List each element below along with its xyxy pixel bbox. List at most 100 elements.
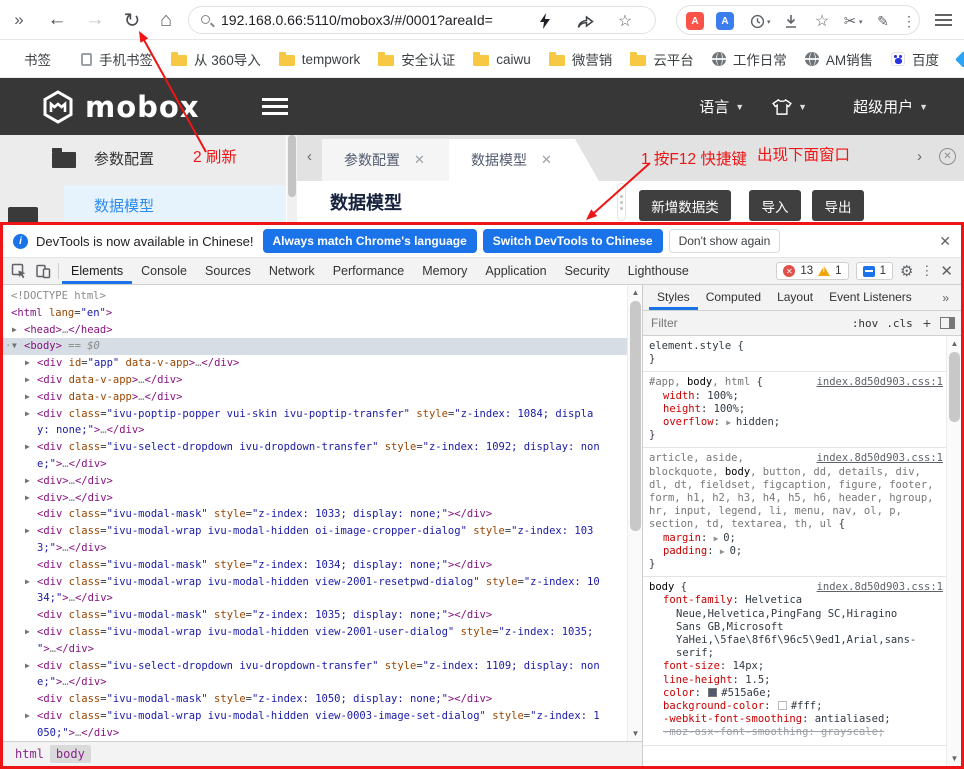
devtools-tab-network[interactable]: Network xyxy=(260,258,324,284)
sidebar-item-config[interactable]: 参数配置 xyxy=(94,148,154,169)
dom-tree-line[interactable]: ▶<div class="ivu-modal-wrap ivu-modal-hi… xyxy=(3,574,627,591)
menu-burger-icon[interactable] xyxy=(262,105,288,108)
clip-scissors-icon[interactable]: ✂▾ xyxy=(840,11,860,31)
stylesheet-link[interactable]: index.8d50d903.css:1 xyxy=(817,452,943,465)
twisty-icon[interactable]: ▶ xyxy=(25,406,30,423)
toggle-hover-state[interactable]: :hov xyxy=(852,317,879,330)
color-swatch[interactable] xyxy=(778,701,787,710)
back-icon[interactable]: ← xyxy=(44,0,70,40)
browser-menu-icon[interactable] xyxy=(928,0,958,40)
history-clock-icon[interactable]: ▾ xyxy=(747,11,767,31)
import-button[interactable]: 导入 xyxy=(749,190,801,221)
dom-tree-line[interactable]: e;">…</div> xyxy=(3,674,627,691)
tab-scroll-left-icon[interactable]: ‹ xyxy=(307,148,312,165)
dom-tree-line[interactable]: ▶<div class="ivu-select-dropdown ivu-dro… xyxy=(3,658,627,675)
stylesheet-link[interactable]: index.8d50d903.css:1 xyxy=(817,376,943,389)
home-icon[interactable]: ⌂ xyxy=(152,0,180,40)
twisty-icon[interactable]: ▶ xyxy=(25,490,30,507)
export-button[interactable]: 导出 xyxy=(812,190,864,221)
tab-event-listeners[interactable]: Event Listeners xyxy=(821,285,920,310)
twisty-icon[interactable]: ▶ xyxy=(25,574,30,591)
bookmark-item[interactable]: 百度 xyxy=(891,49,939,69)
dom-tree-line[interactable]: e;">…</div> xyxy=(3,456,627,473)
close-all-tabs-icon[interactable]: ✕ xyxy=(939,148,956,165)
toolbar-overflow-icon[interactable]: » xyxy=(6,0,32,40)
forward-icon[interactable]: → xyxy=(82,0,108,40)
bookmark-item[interactable]: 安全认证 xyxy=(378,49,455,69)
elements-scrollbar[interactable]: ▲ ▼ xyxy=(627,285,642,741)
tab-styles[interactable]: Styles xyxy=(649,285,698,310)
devtools-tab-application[interactable]: Application xyxy=(476,258,555,284)
add-dataclass-button[interactable]: 新增数据类 xyxy=(639,190,731,221)
dom-tree-line[interactable]: ▶<div data-v-app>…</div> xyxy=(3,372,627,389)
dom-tree-line[interactable]: y: none;">…</div> xyxy=(3,422,627,439)
twisty-icon[interactable]: ▶ xyxy=(25,624,30,641)
dom-tree-line[interactable]: 34;">…</div> xyxy=(3,590,627,607)
bolt-icon[interactable] xyxy=(533,12,557,30)
dom-tree-line[interactable]: ▶<div>…</div> xyxy=(3,473,627,490)
devtools-tab-memory[interactable]: Memory xyxy=(413,258,476,284)
dom-tree-line[interactable]: ▶<div class="ivu-modal-wrap ivu-modal-hi… xyxy=(3,624,627,641)
download-icon[interactable] xyxy=(781,11,801,31)
refresh-icon[interactable]: ↻ xyxy=(118,0,146,40)
styles-scrollbar[interactable]: ▲ ▼ xyxy=(946,336,961,766)
bookmark-item[interactable]: 从 360导入 xyxy=(171,49,261,69)
console-errors-badge[interactable]: ✕ 13 1 xyxy=(776,262,848,280)
dom-tree-line[interactable]: <div class="ivu-modal-mask" style="z-ind… xyxy=(3,691,627,708)
new-style-rule-icon[interactable]: + xyxy=(923,315,931,331)
twisty-icon[interactable]: ▶ xyxy=(25,473,30,490)
stylesheet-link[interactable]: index.8d50d903.css:1 xyxy=(817,581,943,594)
favorites-star-icon[interactable]: ☆ xyxy=(812,11,832,31)
twisty-icon[interactable]: ▼ xyxy=(12,338,17,355)
language-dropdown[interactable]: 语言▼ xyxy=(699,96,744,117)
more-tabs-icon[interactable]: » xyxy=(942,291,961,305)
devtools-tab-console[interactable]: Console xyxy=(132,258,196,284)
bookmark-item[interactable]: Gungho xyxy=(957,52,964,67)
bookmark-item[interactable]: 手机书签 xyxy=(81,49,153,69)
devtools-tab-performance[interactable]: Performance xyxy=(324,258,414,284)
twisty-icon[interactable]: ▶ xyxy=(25,372,30,389)
twisty-icon[interactable]: ▶ xyxy=(25,355,30,372)
devtools-tab-elements[interactable]: Elements xyxy=(62,258,132,284)
url-text[interactable]: 192.168.0.66:5110/mobox3/#/0001?areaId= xyxy=(221,12,493,28)
inspect-element-icon[interactable] xyxy=(7,259,31,283)
infobar-button[interactable]: Don't show again xyxy=(669,229,781,253)
settings-gear-icon[interactable]: ⚙ xyxy=(900,262,913,280)
twisty-icon[interactable]: ▶ xyxy=(25,389,30,406)
address-bar[interactable]: 192.168.0.66:5110/mobox3/#/0001?areaId= … xyxy=(188,6,656,34)
dom-tree-line[interactable]: ▶<div class="ivu-select-dropdown ivu-dro… xyxy=(3,439,627,456)
dom-tree-line[interactable]: <div class="ivu-modal-mask" style="z-ind… xyxy=(3,607,627,624)
tab-computed[interactable]: Computed xyxy=(698,285,769,310)
devtools-tab-sources[interactable]: Sources xyxy=(196,258,260,284)
dom-tree-line[interactable]: <div class="ivu-modal-mask" style="z-ind… xyxy=(3,506,627,523)
bookmark-item[interactable]: 书签 xyxy=(17,49,51,69)
toggle-element-classes[interactable]: .cls xyxy=(886,317,913,330)
bookmark-item[interactable]: caiwu xyxy=(473,52,531,67)
dom-tree-line[interactable]: ▶<div class="ivu-modal-wrap ivu-modal-hi… xyxy=(3,523,627,540)
theme-dropdown[interactable]: ▼ xyxy=(772,99,807,115)
twisty-icon[interactable]: ▶ xyxy=(25,439,30,456)
breadcrumb-body[interactable]: body xyxy=(50,745,91,763)
send-icon[interactable] xyxy=(573,12,597,30)
computed-sidebar-toggle-icon[interactable] xyxy=(940,317,955,329)
breadcrumb-html[interactable]: html xyxy=(9,745,50,763)
styles-filter-input[interactable] xyxy=(649,315,789,331)
translate-extension-icon[interactable]: A xyxy=(715,11,735,31)
bookmark-item[interactable]: AM销售 xyxy=(805,49,873,69)
sidebar-scrollbar[interactable] xyxy=(287,135,297,225)
sidebar-item-datamodel[interactable]: 数据模型 xyxy=(64,185,286,225)
user-dropdown[interactable]: 超级用户▼ xyxy=(853,96,928,117)
content-scrollbar[interactable] xyxy=(617,183,626,221)
dom-tree-line[interactable]: 3;">…</div> xyxy=(3,540,627,557)
tab-scroll-right-icon[interactable]: › xyxy=(917,148,922,165)
dom-tree-line[interactable]: <!DOCTYPE html> xyxy=(3,288,627,305)
bookmark-item[interactable]: tempwork xyxy=(279,52,361,67)
dom-tree-line[interactable]: ▶<div class="ivu-modal-wrap ivu-modal-hi… xyxy=(3,708,627,725)
devtools-close-icon[interactable]: ✕ xyxy=(940,262,953,280)
twisty-icon[interactable]: ▶ xyxy=(25,658,30,675)
pdf-extension-icon[interactable]: A xyxy=(685,11,705,31)
mobox-logo[interactable]: mobox xyxy=(42,90,200,124)
dom-tree-line[interactable]: ">…</div> xyxy=(3,641,627,658)
dom-tree-line[interactable]: <html lang="en"> xyxy=(3,305,627,322)
dom-tree-line[interactable]: ▶<div data-v-app>…</div> xyxy=(3,389,627,406)
